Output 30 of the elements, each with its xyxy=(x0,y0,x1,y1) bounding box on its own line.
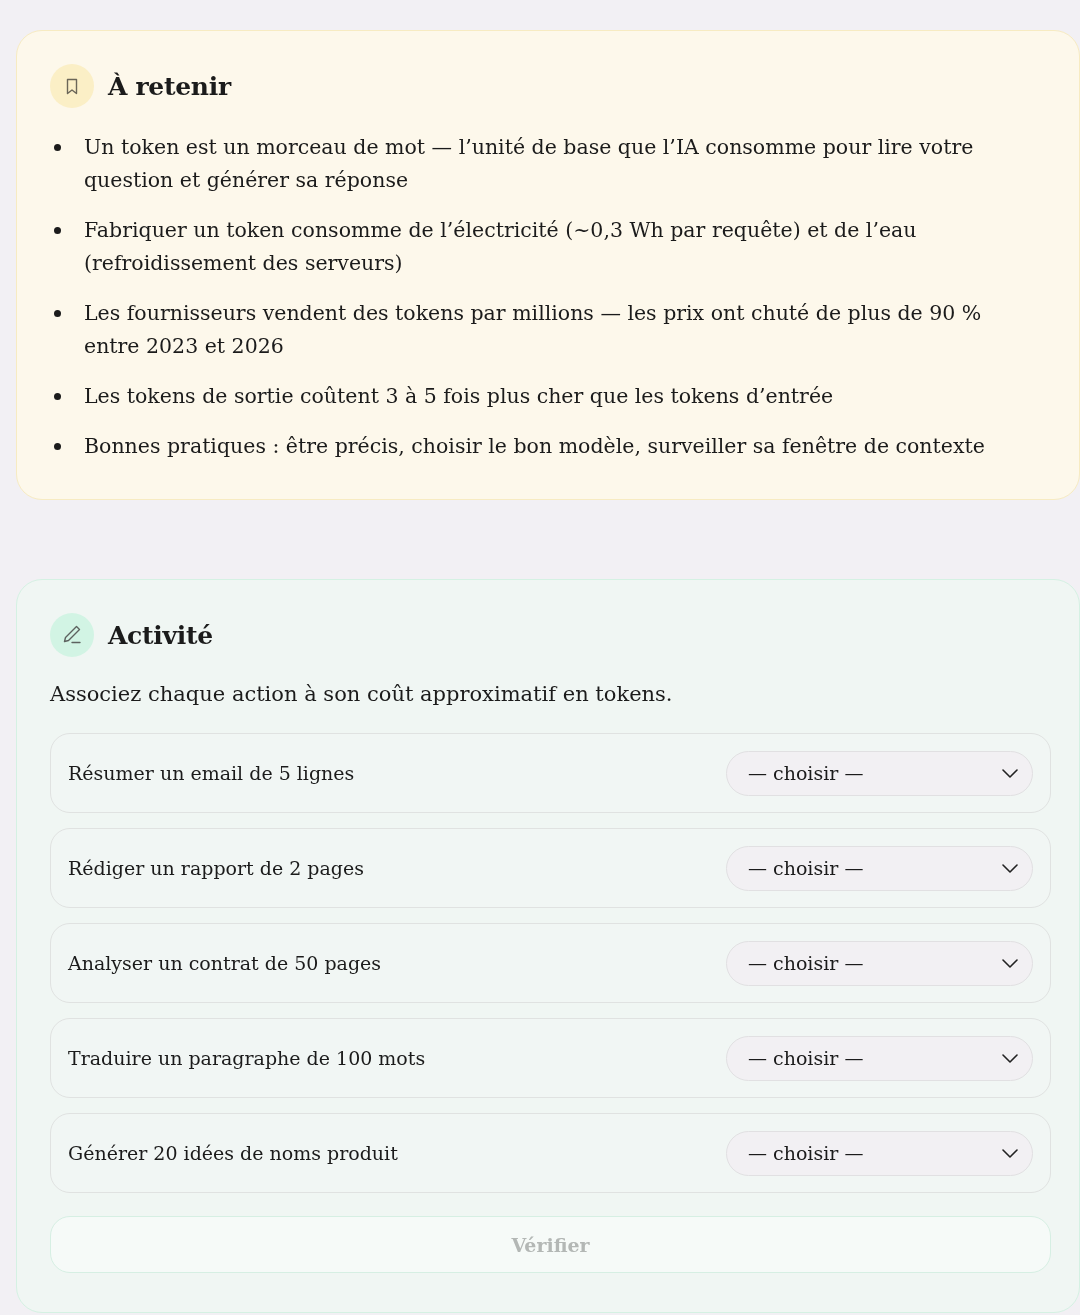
bullet-icon xyxy=(54,144,61,151)
instruction-text: Associez chaque action à son coût approximatif en tokens. xyxy=(50,681,674,708)
cost-dropdown[interactable]: — choisir — xyxy=(726,845,1033,891)
chevron-down-icon xyxy=(1002,1053,1018,1063)
cost-dropdown[interactable]: — choisir — xyxy=(726,1130,1033,1176)
bookmark-icon xyxy=(50,64,94,108)
key-point: Un token est un morceau de mot — l’unité de base que l’IA consomme pour lire votre question et générer sa réponse xyxy=(84,134,975,194)
cost-dropdown[interactable]: — choisir — xyxy=(726,1035,1033,1081)
chevron-down-icon xyxy=(1002,958,1018,968)
cost-dropdown[interactable]: — choisir — xyxy=(726,940,1033,986)
bullet-icon xyxy=(54,443,61,450)
action-label: Générer 20 idées de noms produit xyxy=(68,1142,398,1164)
chevron-down-icon xyxy=(1002,768,1018,778)
card-title: À retenir xyxy=(108,71,231,101)
key-point: Bonnes pratiques : être précis, choisir le bon modèle, surveiller sa fenêtre de contexte xyxy=(84,433,985,460)
bullet-icon xyxy=(54,227,61,234)
key-point: Fabriquer un token consomme de l’électricité (~0,3 Wh par requête) et de l’eau (refroidissement des serveurs) xyxy=(84,217,918,277)
action-label: Résumer un email de 5 lignes xyxy=(68,762,355,784)
pencil-icon xyxy=(50,613,94,657)
key-point: Les tokens de sortie coûtent 3 à 5 fois plus cher que les tokens d’entrée xyxy=(84,383,834,410)
bullet-icon xyxy=(54,310,61,317)
card-title: Activité xyxy=(108,620,213,650)
key-point: Les fournisseurs vendent des tokens par millions — les prix ont chuté de plus de 90 % entre 2023 et 2026 xyxy=(84,300,983,360)
cost-dropdown[interactable]: — choisir — xyxy=(726,750,1033,796)
bullet-icon xyxy=(54,393,61,400)
action-label: Traduire un paragraphe de 100 mots xyxy=(68,1047,426,1069)
action-label: Analyser un contrat de 50 pages xyxy=(68,952,382,974)
action-label: Rédiger un rapport de 2 pages xyxy=(68,857,364,879)
chevron-down-icon xyxy=(1002,1148,1018,1158)
chevron-down-icon xyxy=(1002,863,1018,873)
